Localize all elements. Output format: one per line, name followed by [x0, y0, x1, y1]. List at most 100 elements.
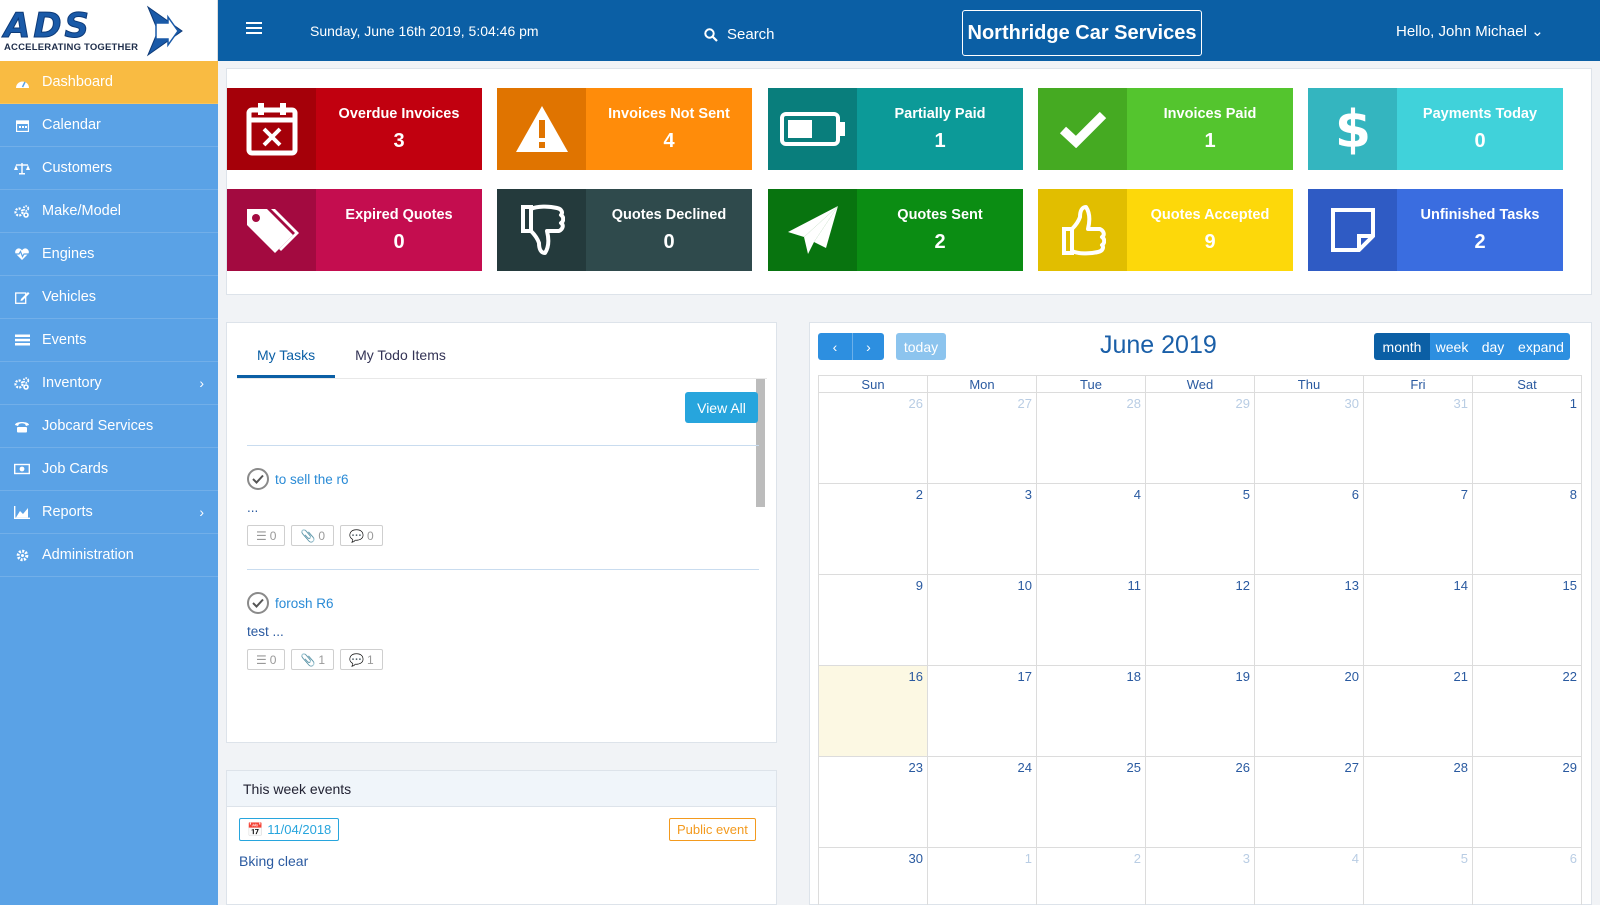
task-title[interactable]: forosh R6	[275, 596, 334, 611]
search-button[interactable]: Search	[704, 26, 775, 43]
calendar-day[interactable]: 2	[819, 484, 928, 575]
attachment-count-badge: 📎 1	[291, 649, 335, 670]
calendar-day[interactable]: 29	[1473, 757, 1582, 848]
calendar-day[interactable]: 30	[819, 848, 928, 905]
stat-card-quotes-accepted[interactable]: Quotes Accepted 9	[1038, 189, 1293, 271]
logo-tagline: ACCELERATING TOGETHER	[4, 42, 139, 53]
view-all-button[interactable]: View All	[685, 392, 758, 423]
calendar-day[interactable]: 8	[1473, 484, 1582, 575]
company-selector[interactable]: Northridge Car Services	[962, 10, 1202, 56]
calendar-day[interactable]: 4	[1255, 848, 1364, 905]
calendar-day[interactable]: 13	[1255, 575, 1364, 666]
calendar-day[interactable]: 27	[1255, 757, 1364, 848]
tab-my-todo-items[interactable]: My Todo Items	[335, 333, 466, 378]
calendar-day[interactable]: 17	[928, 666, 1037, 757]
sidebar-item-jobcard-services[interactable]: Jobcard Services	[0, 405, 218, 448]
stat-card-unfinished-tasks[interactable]: Unfinished Tasks 2	[1308, 189, 1563, 271]
calendar-day[interactable]: 4	[1037, 484, 1146, 575]
stat-card-overdue-invoices[interactable]: Overdue Invoices 3	[227, 88, 482, 170]
menu-toggle-icon[interactable]	[246, 22, 262, 37]
view-expand-button[interactable]: expand	[1512, 333, 1570, 360]
sidebar-item-vehicles[interactable]: Vehicles	[0, 276, 218, 319]
thumbs-down-icon	[497, 189, 586, 271]
stat-card-payments-today[interactable]: $ Payments Today 0	[1308, 88, 1563, 170]
view-month-button[interactable]: month	[1374, 333, 1430, 360]
calendar-day[interactable]: 28	[1364, 757, 1473, 848]
calendar-day[interactable]: 24	[928, 757, 1037, 848]
calendar-day[interactable]: 12	[1146, 575, 1255, 666]
stat-card-quotes-sent[interactable]: Quotes Sent 2	[768, 189, 1023, 271]
calendar-day[interactable]: 1	[928, 848, 1037, 905]
calendar-day[interactable]: 31	[1364, 393, 1473, 484]
stat-card-invoices-paid[interactable]: Invoices Paid 1	[1038, 88, 1293, 170]
calendar-day[interactable]: 27	[928, 393, 1037, 484]
calendar-title: June 2019	[1100, 331, 1217, 359]
calendar-day-today[interactable]: 16	[819, 666, 928, 757]
calendar-day[interactable]: 26	[1146, 757, 1255, 848]
calendar-day[interactable]: 7	[1364, 484, 1473, 575]
calendar-day[interactable]: 26	[819, 393, 928, 484]
calendar-day[interactable]: 5	[1364, 848, 1473, 905]
stat-label: Invoices Not Sent	[608, 105, 730, 122]
calendar-day[interactable]: 10	[928, 575, 1037, 666]
comment-count: 0	[367, 528, 374, 543]
calendar-week-row: 26 27 28 29 30 31 1	[818, 393, 1582, 484]
sidebar-item-customers[interactable]: Customers	[0, 147, 218, 190]
calendar-day[interactable]: 23	[819, 757, 928, 848]
calendar-next-button[interactable]: ›	[852, 333, 884, 360]
calendar-icon: 📅	[247, 821, 264, 837]
check-circle-icon[interactable]	[247, 592, 269, 614]
calendar-day[interactable]: 19	[1146, 666, 1255, 757]
view-week-button[interactable]: week	[1430, 333, 1474, 360]
thumbs-up-icon	[1038, 189, 1127, 271]
event-name[interactable]: Bking clear	[239, 853, 308, 869]
stat-card-invoices-not-sent[interactable]: Invoices Not Sent 4	[497, 88, 752, 170]
calendar-day[interactable]: 3	[1146, 848, 1255, 905]
sidebar-item-job-cards[interactable]: Job Cards	[0, 448, 218, 491]
calendar-day[interactable]: 22	[1473, 666, 1582, 757]
calendar-day[interactable]: 29	[1146, 393, 1255, 484]
calendar-day[interactable]: 21	[1364, 666, 1473, 757]
sidebar-item-administration[interactable]: Administration	[0, 534, 218, 577]
task-description: ...	[247, 500, 259, 515]
calendar-day[interactable]: 15	[1473, 575, 1582, 666]
sidebar-item-make-model[interactable]: Make/Model	[0, 190, 218, 233]
task-title[interactable]: to sell the r6	[275, 472, 349, 487]
sidebar-item-engines[interactable]: Engines	[0, 233, 218, 276]
calendar-day[interactable]: 18	[1037, 666, 1146, 757]
calendar-today-button[interactable]: today	[896, 333, 946, 360]
calendar-day[interactable]: 11	[1037, 575, 1146, 666]
sidebar-item-inventory[interactable]: Inventory ›	[0, 362, 218, 405]
calendar-day[interactable]: 28	[1037, 393, 1146, 484]
calendar-day[interactable]: 14	[1364, 575, 1473, 666]
calendar-day[interactable]: 1	[1473, 393, 1582, 484]
view-day-button[interactable]: day	[1474, 333, 1512, 360]
calendar-day[interactable]: 2	[1037, 848, 1146, 905]
calendar-day[interactable]: 6	[1473, 848, 1582, 905]
sidebar-item-label: Make/Model	[42, 203, 121, 219]
sidebar-item-label: Dashboard	[42, 74, 113, 90]
user-menu[interactable]: Hello, John Michael ⌄	[1396, 22, 1544, 40]
calendar-day[interactable]: 3	[928, 484, 1037, 575]
sidebar-item-reports[interactable]: Reports ›	[0, 491, 218, 534]
calendar-day[interactable]: 30	[1255, 393, 1364, 484]
sidebar-item-dashboard[interactable]: Dashboard	[0, 61, 218, 104]
stat-card-partially-paid[interactable]: Partially Paid 1	[768, 88, 1023, 170]
sidebar-item-events[interactable]: Events	[0, 319, 218, 362]
stat-label: Quotes Declined	[611, 206, 727, 223]
tab-my-tasks[interactable]: My Tasks	[237, 333, 336, 378]
calendar-day[interactable]: 25	[1037, 757, 1146, 848]
comment-count: 1	[367, 652, 374, 667]
stat-value: 2	[934, 230, 946, 253]
calendar-day[interactable]: 6	[1255, 484, 1364, 575]
calendar-day[interactable]: 20	[1255, 666, 1364, 757]
stat-card-quotes-declined[interactable]: Quotes Declined 0	[497, 189, 752, 271]
calendar-prev-button[interactable]: ‹	[818, 333, 852, 360]
stat-card-expired-quotes[interactable]: Expired Quotes 0	[227, 189, 482, 271]
sidebar-item-calendar[interactable]: Calendar	[0, 104, 218, 147]
logo[interactable]: ADS ACCELERATING TOGETHER	[0, 0, 218, 61]
calendar-day[interactable]: 5	[1146, 484, 1255, 575]
calendar-day[interactable]: 9	[819, 575, 928, 666]
check-circle-icon[interactable]	[247, 468, 269, 490]
events-heading: This week events	[227, 771, 776, 807]
